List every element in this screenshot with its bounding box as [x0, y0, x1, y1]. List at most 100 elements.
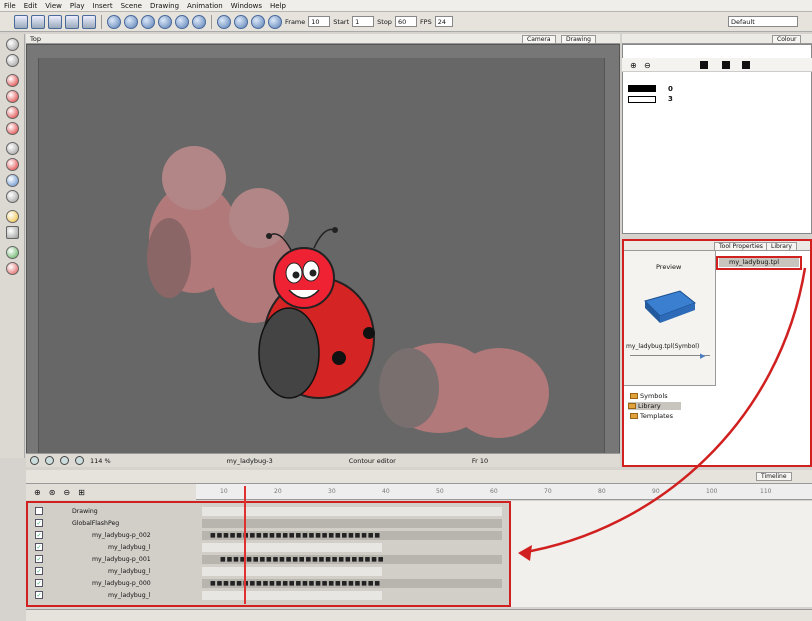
layer-row[interactable]: ✓ my_ladybug-p_002 ■ ■ ■ ■ ■ ■ ■ ■ ■ ■ ■…: [32, 529, 512, 541]
tree-item[interactable]: Library: [628, 402, 681, 410]
visibility-checkbox[interactable]: [35, 507, 43, 515]
layer-list: Drawing ✓ GlobalFlashPeg ✓ my_ladybug-p_…: [26, 501, 511, 607]
morph-tool-icon[interactable]: [6, 246, 19, 259]
undo-icon[interactable]: [107, 14, 121, 29]
visibility-checkbox[interactable]: ✓: [35, 531, 43, 539]
fps-field[interactable]: 24: [434, 16, 453, 27]
tab-drawing[interactable]: Drawing: [561, 35, 596, 44]
zoom-tool-icon[interactable]: [6, 174, 19, 187]
visibility-checkbox[interactable]: ✓: [35, 579, 43, 587]
horizontal-scrollbar[interactable]: [26, 609, 812, 621]
delete-layer-icon[interactable]: ⊖: [63, 488, 70, 497]
parent-icon[interactable]: ⊞: [78, 488, 85, 497]
visibility-checkbox[interactable]: ✓: [35, 567, 43, 575]
menu-insert[interactable]: Insert: [89, 2, 117, 10]
layer-cells[interactable]: [202, 566, 382, 576]
rotate-view-icon[interactable]: [75, 456, 84, 465]
colour-swatch-white[interactable]: [628, 96, 656, 103]
visibility-checkbox[interactable]: ✓: [35, 591, 43, 599]
line-tool-icon[interactable]: [6, 142, 19, 155]
visibility-checkbox[interactable]: ✓: [35, 555, 43, 563]
layer-cells[interactable]: [202, 542, 382, 552]
loop-icon[interactable]: [234, 14, 248, 29]
save-icon[interactable]: [48, 14, 62, 29]
pencil-tool-icon[interactable]: [6, 90, 19, 103]
gradient-swatch-icon[interactable]: [742, 61, 750, 69]
tree-item[interactable]: Symbols: [630, 392, 668, 400]
timeline-cells-area[interactable]: [511, 501, 812, 607]
menu-help[interactable]: Help: [266, 2, 290, 10]
open-icon[interactable]: [31, 14, 45, 29]
text-tool-icon[interactable]: [6, 106, 19, 119]
visibility-checkbox[interactable]: ✓: [35, 543, 43, 551]
colour-swatch-icon[interactable]: [700, 61, 708, 69]
layer-row[interactable]: ✓ my_ladybug_l: [32, 541, 512, 553]
sound-icon[interactable]: [251, 14, 265, 29]
remove-colour-icon[interactable]: ⊖: [644, 61, 651, 70]
layer-cells[interactable]: [202, 590, 382, 600]
add-colour-icon[interactable]: ⊕: [630, 61, 637, 70]
layer-row[interactable]: ✓ my_ladybug_l: [32, 589, 512, 601]
add-peg-icon[interactable]: ⊛: [49, 488, 56, 497]
sound-scrub-icon[interactable]: [268, 14, 282, 29]
reset-view-icon[interactable]: [30, 456, 39, 465]
visibility-checkbox[interactable]: ✓: [35, 519, 43, 527]
layer-cells[interactable]: [202, 506, 502, 516]
layer-row[interactable]: ✓ GlobalFlashPeg: [32, 517, 512, 529]
new-icon[interactable]: [14, 14, 28, 29]
start-field[interactable]: 1: [352, 16, 375, 27]
tab-camera[interactable]: Camera: [522, 35, 556, 44]
hand-tool-icon[interactable]: [6, 190, 19, 203]
zoom-readout[interactable]: 114 %: [90, 457, 111, 465]
play-icon[interactable]: ▶: [700, 352, 705, 360]
texture-swatch-icon[interactable]: [722, 61, 730, 69]
layer-row[interactable]: ✓ my_ladybug-p_001 ■ ■ ■ ■ ■ ■ ■ ■ ■ ■ ■…: [32, 553, 512, 565]
menu-play[interactable]: Play: [66, 2, 89, 10]
menu-scene[interactable]: Scene: [117, 2, 146, 10]
layer-row[interactable]: ✓ my_ladybug_l: [32, 565, 512, 577]
menu-windows[interactable]: Windows: [227, 2, 266, 10]
tab-library[interactable]: Library: [766, 242, 797, 251]
export-icon[interactable]: [82, 14, 96, 29]
brush-tool-icon[interactable]: [6, 74, 19, 87]
workspace-select[interactable]: Default: [728, 16, 798, 27]
copy-icon[interactable]: [158, 14, 172, 29]
paste-icon[interactable]: [175, 14, 189, 29]
layer-row[interactable]: Drawing: [32, 505, 512, 517]
timeline-ruler[interactable]: 10 20 30 40 50 60 70 80 90 100 110: [196, 484, 812, 500]
frame-slider[interactable]: [630, 355, 710, 356]
colour-swatch-black[interactable]: [628, 85, 656, 92]
drawing-area[interactable]: [38, 58, 605, 454]
camera-icon[interactable]: [192, 14, 206, 29]
frame-field[interactable]: 10: [308, 16, 331, 27]
menu-drawing[interactable]: Drawing: [146, 2, 183, 10]
layer-name: my_ladybug-p_001: [92, 555, 151, 563]
dropper-tool-icon[interactable]: [6, 158, 19, 171]
cut-icon[interactable]: [141, 14, 155, 29]
menu-edit[interactable]: Edit: [20, 2, 42, 10]
stop-field[interactable]: 60: [394, 16, 417, 27]
paint-tool-icon[interactable]: [6, 210, 19, 223]
play-icon[interactable]: [217, 14, 231, 29]
import-icon[interactable]: [65, 14, 79, 29]
library-item[interactable]: my_ladybug.tpl: [719, 258, 799, 267]
transform-tool-icon[interactable]: [6, 226, 19, 239]
layer-cells[interactable]: [202, 518, 502, 528]
menu-animation[interactable]: Animation: [183, 2, 227, 10]
select-tool-icon[interactable]: [6, 38, 19, 51]
onion-skin-icon[interactable]: [45, 456, 54, 465]
tab-timeline[interactable]: Timeline: [756, 472, 792, 481]
tab-tool-properties[interactable]: Tool Properties: [714, 242, 768, 251]
menu-file[interactable]: File: [0, 2, 20, 10]
menu-view[interactable]: View: [41, 2, 66, 10]
light-table-icon[interactable]: [60, 456, 69, 465]
add-layer-icon[interactable]: ⊕: [34, 488, 41, 497]
contour-editor-icon[interactable]: [6, 54, 19, 67]
ink-tool-icon[interactable]: [6, 262, 19, 275]
redo-icon[interactable]: [124, 14, 138, 29]
playhead[interactable]: [244, 486, 246, 604]
layer-row[interactable]: ✓ my_ladybug-p_000 ■ ■ ■ ■ ■ ■ ■ ■ ■ ■ ■…: [32, 577, 512, 589]
tab-colour[interactable]: Colour: [772, 35, 802, 44]
tree-item[interactable]: Templates: [630, 412, 673, 420]
eraser-tool-icon[interactable]: [6, 122, 19, 135]
